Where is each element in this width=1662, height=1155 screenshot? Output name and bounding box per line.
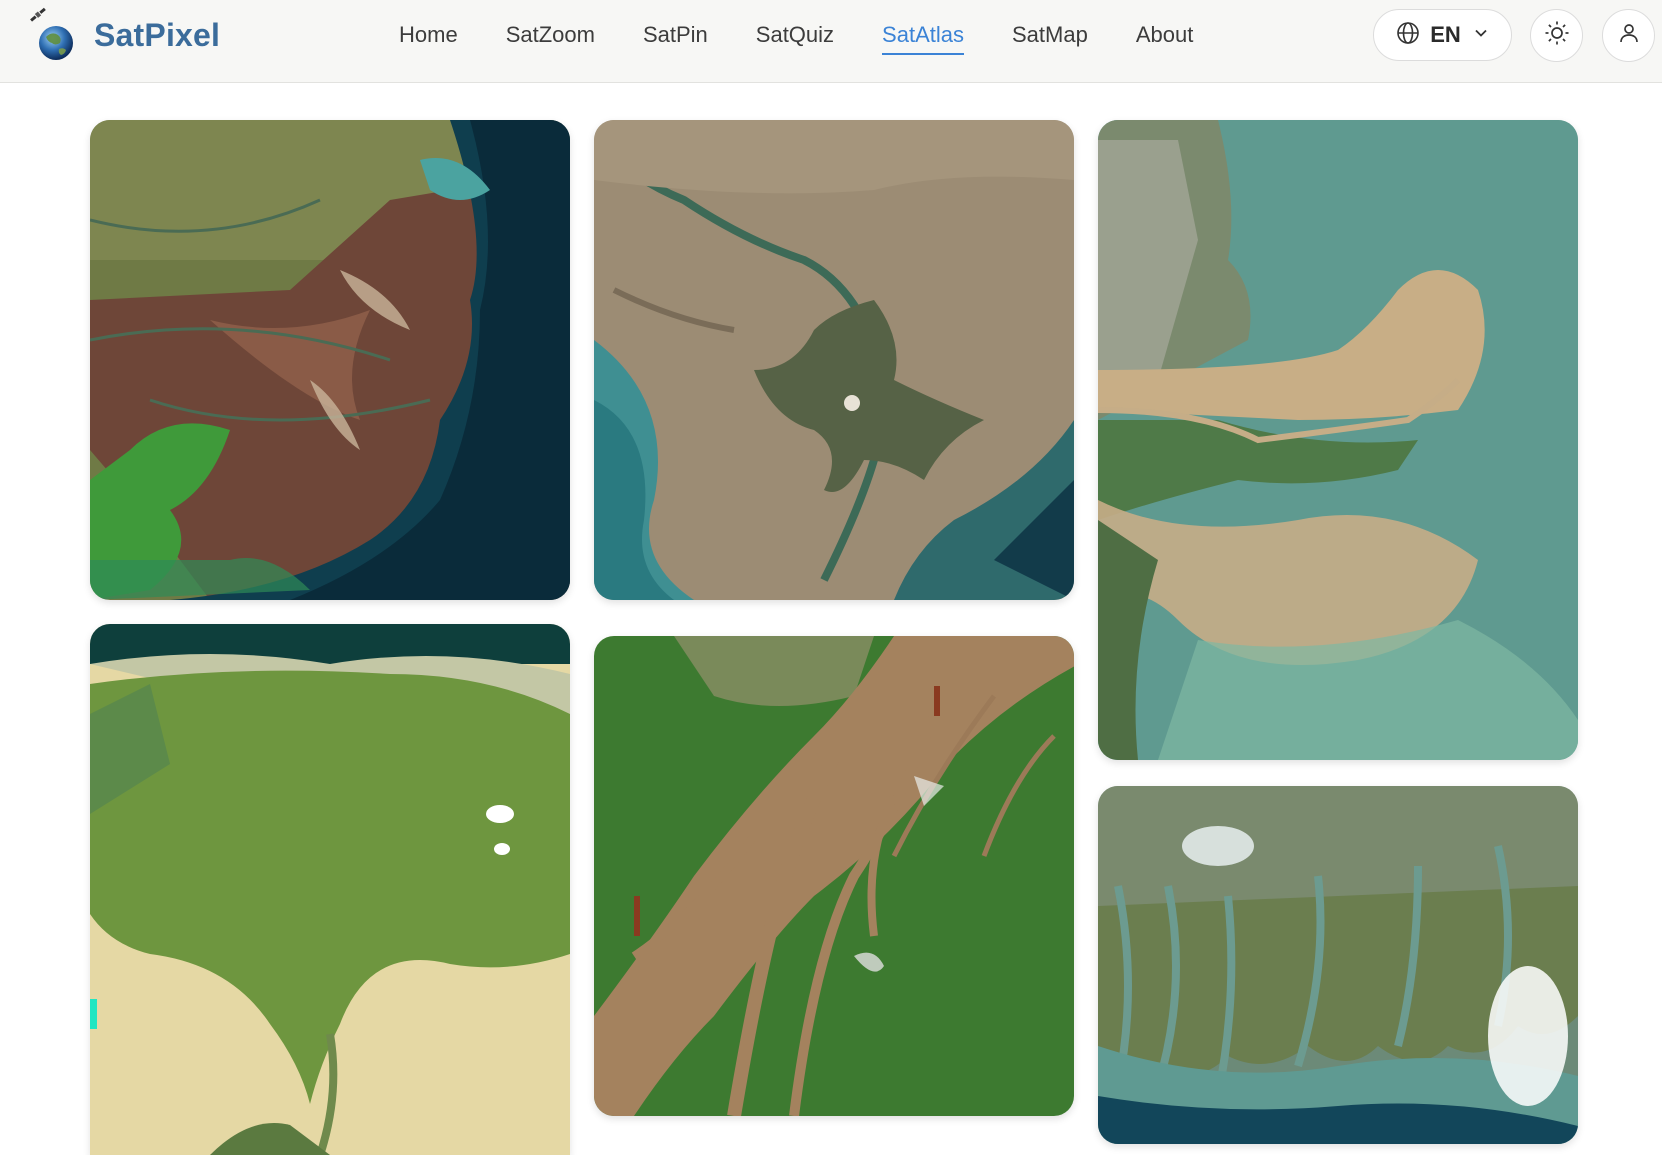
main-nav: Home SatZoom SatPin SatQuiz SatAtlas Sat… [399, 20, 1241, 55]
satellite-image [90, 120, 570, 600]
atlas-card-delta-4[interactable] [90, 624, 570, 1155]
nav-item-satmap[interactable]: SatMap [1012, 20, 1088, 55]
satellite-image [594, 636, 1074, 1116]
account-button[interactable] [1602, 9, 1655, 62]
nav-item-satquiz[interactable]: SatQuiz [756, 20, 834, 55]
atlas-card-delta-3[interactable] [1098, 120, 1578, 760]
satellite-image [1098, 120, 1578, 760]
satellite-image [594, 120, 1074, 600]
satellite-globe-icon [26, 7, 82, 63]
theme-toggle-button[interactable] [1530, 9, 1583, 62]
atlas-card-delta-5[interactable] [594, 636, 1074, 1116]
globe-icon [1396, 21, 1420, 50]
satellite-image [1098, 786, 1578, 1144]
brand-logo-link[interactable]: SatPixel [26, 7, 221, 63]
nav-item-satpin[interactable]: SatPin [643, 20, 708, 55]
atlas-card-delta-6[interactable] [1098, 786, 1578, 1144]
brand-name: SatPixel [94, 16, 221, 53]
language-selector[interactable]: EN [1373, 9, 1512, 61]
nav-item-satzoom[interactable]: SatZoom [506, 20, 595, 55]
atlas-card-delta-2[interactable] [594, 120, 1074, 600]
nav-item-about[interactable]: About [1136, 20, 1194, 55]
nav-item-satatlas[interactable]: SatAtlas [882, 20, 964, 55]
chevron-down-icon [1473, 25, 1489, 46]
language-code: EN [1430, 22, 1461, 47]
nav-item-home[interactable]: Home [399, 20, 458, 55]
satellite-image [90, 624, 570, 1155]
top-navigation-bar: SatPixel Home SatZoom SatPin SatQuiz Sat… [0, 0, 1662, 83]
user-icon [1618, 22, 1640, 49]
sun-icon [1544, 20, 1570, 51]
atlas-card-delta-1[interactable] [90, 120, 570, 600]
